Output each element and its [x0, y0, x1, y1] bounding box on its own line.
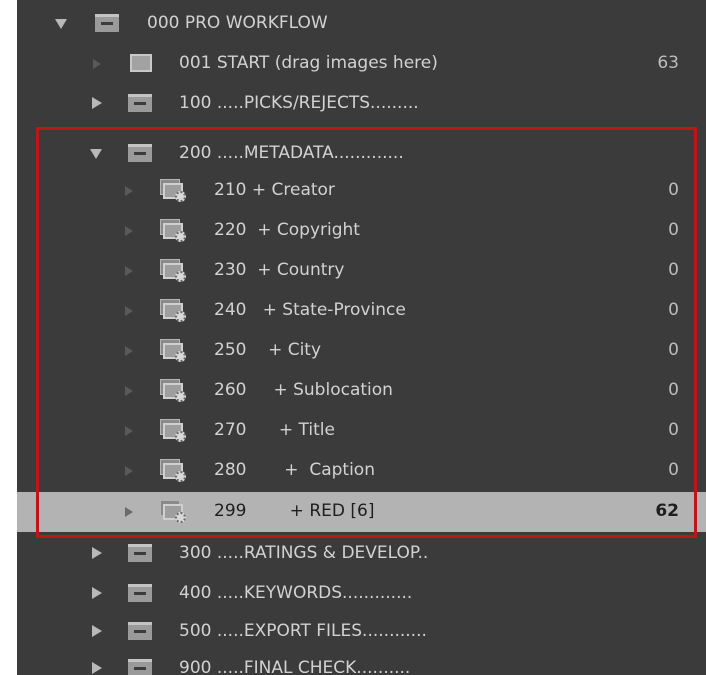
collection-label: 280 + Caption: [214, 460, 375, 480]
collapse-triangle-icon[interactable]: [92, 587, 102, 599]
smart-collection-270-title[interactable]: 270 + Title 0: [17, 411, 706, 451]
disabled-triangle-icon: [125, 426, 133, 436]
smart-collection-icon: [160, 339, 188, 363]
disabled-triangle-icon: [125, 266, 133, 276]
collection-set-000-pro-workflow[interactable]: 000 PRO WORKFLOW: [17, 4, 706, 44]
collection-set-icon: [128, 622, 152, 640]
disabled-triangle-icon: [125, 186, 133, 196]
smart-collection-299-red[interactable]: 299 + RED [6] 62: [17, 492, 706, 532]
collection-label: 270 + Title: [214, 420, 335, 440]
collection-set-500-export-files[interactable]: 500 .....EXPORT FILES............: [17, 612, 706, 652]
collection-count: 0: [668, 260, 679, 280]
collection-icon: [130, 54, 152, 72]
disabled-triangle-icon: [125, 386, 133, 396]
smart-collection-220-copyright[interactable]: 220 + Copyright 0: [17, 211, 706, 251]
collection-label: 200 .....METADATA.............: [179, 143, 404, 163]
collection-label: 900 .....FINAL CHECK..........: [179, 658, 411, 675]
collection-set-400-keywords[interactable]: 400 .....KEYWORDS.............: [17, 574, 706, 614]
collection-001-start[interactable]: 001 START (drag images here) 63: [17, 44, 706, 84]
collection-count: 0: [668, 380, 679, 400]
smart-collection-icon: [160, 299, 188, 323]
disabled-triangle-icon: [125, 226, 133, 236]
collection-set-icon: [128, 659, 152, 675]
collection-set-icon: [95, 14, 119, 32]
collection-label: 220 + Copyright: [214, 220, 360, 240]
expand-triangle-icon[interactable]: [55, 19, 67, 29]
disabled-triangle-icon: [125, 346, 133, 356]
collection-set-900-final-check[interactable]: 900 .....FINAL CHECK..........: [17, 649, 706, 675]
collection-set-icon: [128, 544, 152, 562]
collection-set-icon: [128, 144, 152, 162]
smart-collection-icon: [160, 259, 188, 283]
collection-label: 100 .....PICKS/REJECTS.........: [179, 93, 419, 113]
disabled-triangle-icon: [125, 466, 133, 476]
collection-set-300-ratings-develop[interactable]: 300 .....RATINGS & DEVELOP..: [17, 534, 706, 574]
disabled-triangle-icon: [125, 306, 133, 316]
collapse-triangle-icon[interactable]: [92, 547, 102, 559]
collection-label: 240 + State-Province: [214, 300, 406, 320]
collection-label: 230 + Country: [214, 260, 345, 280]
smart-collection-230-country[interactable]: 230 + Country 0: [17, 251, 706, 291]
collection-count: 0: [668, 420, 679, 440]
collection-count: 0: [668, 460, 679, 480]
collection-label: 001 START (drag images here): [179, 53, 438, 73]
collapse-triangle-icon[interactable]: [92, 97, 102, 109]
smart-collection-icon: [160, 379, 188, 403]
collection-count: 0: [668, 300, 679, 320]
collection-label: 210 + Creator: [214, 180, 335, 200]
smart-collection-icon: [160, 179, 188, 203]
disabled-triangle-icon: [125, 507, 133, 517]
smart-collection-icon: [160, 459, 188, 483]
disabled-triangle-icon: [93, 59, 101, 69]
smart-collection-240-state-province[interactable]: 240 + State-Province 0: [17, 291, 706, 331]
collection-count: 0: [668, 180, 679, 200]
collections-panel: 000 PRO WORKFLOW 001 START (drag images …: [17, 0, 706, 675]
smart-collection-icon: [160, 500, 188, 524]
collapse-triangle-icon[interactable]: [92, 662, 102, 674]
smart-collection-210-creator[interactable]: 210 + Creator 0: [17, 171, 706, 211]
collapse-triangle-icon[interactable]: [92, 625, 102, 637]
smart-collection-250-city[interactable]: 250 + City 0: [17, 331, 706, 371]
collection-label: 000 PRO WORKFLOW: [147, 13, 328, 33]
collection-set-icon: [128, 584, 152, 602]
smart-collection-260-sublocation[interactable]: 260 + Sublocation 0: [17, 371, 706, 411]
collection-set-100-picks-rejects[interactable]: 100 .....PICKS/REJECTS.........: [17, 84, 706, 124]
collection-label: 260 + Sublocation: [214, 380, 393, 400]
collection-count: 0: [668, 220, 679, 240]
collection-count: 62: [655, 501, 679, 521]
collection-set-200-metadata[interactable]: 200 .....METADATA.............: [17, 134, 706, 174]
collection-count: 0: [668, 340, 679, 360]
smart-collection-280-caption[interactable]: 280 + Caption 0: [17, 451, 706, 491]
collection-set-icon: [128, 94, 152, 112]
collection-label: 250 + City: [214, 340, 322, 360]
collection-label: 299 + RED [6]: [214, 501, 375, 521]
smart-collection-icon: [160, 219, 188, 243]
collection-label: 300 .....RATINGS & DEVELOP..: [179, 543, 429, 563]
collection-label: 500 .....EXPORT FILES............: [179, 621, 427, 641]
smart-collection-icon: [160, 419, 188, 443]
collection-label: 400 .....KEYWORDS.............: [179, 583, 413, 603]
expand-triangle-icon[interactable]: [90, 149, 102, 159]
collection-count: 63: [657, 53, 679, 73]
